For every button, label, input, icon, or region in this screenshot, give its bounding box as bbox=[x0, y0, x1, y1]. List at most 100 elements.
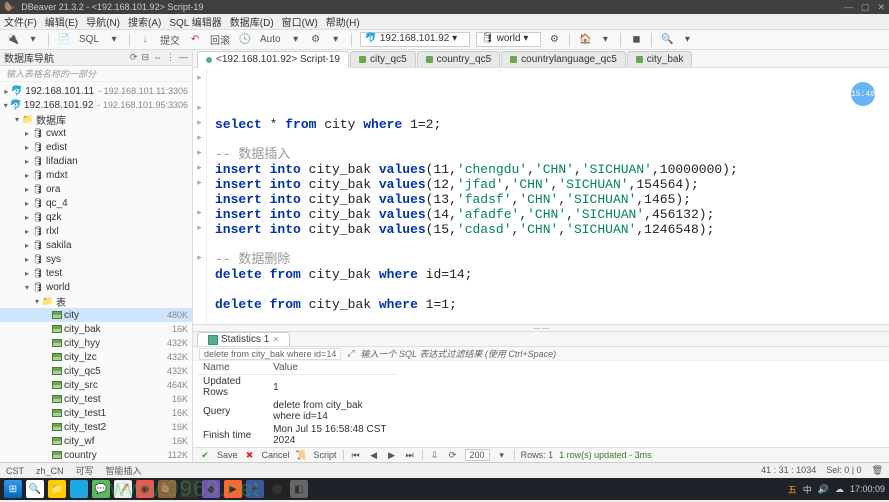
first-icon[interactable]: ⏮ bbox=[350, 449, 362, 461]
nav-refresh-icon[interactable]: ⟳ bbox=[130, 52, 138, 63]
conn-2[interactable]: ▾🐬192.168.101.92- 192.168.101.95:3306 bbox=[0, 98, 192, 112]
script-icon[interactable]: 📜 bbox=[296, 449, 308, 461]
db-edist[interactable]: ▸edist bbox=[0, 140, 192, 154]
table-city_test1[interactable]: city_test116K bbox=[0, 406, 192, 420]
menu-help[interactable]: 帮助(H) bbox=[326, 14, 360, 29]
menu-database[interactable]: 数据库(D) bbox=[230, 14, 274, 29]
task-app5-icon[interactable]: ⬤ bbox=[268, 480, 286, 498]
results-tab-statistics[interactable]: Statistics 1 ✕ bbox=[197, 332, 290, 346]
next-icon[interactable]: ▶ bbox=[386, 449, 398, 461]
db-sys[interactable]: ▸sys bbox=[0, 252, 192, 266]
nav-min-icon[interactable]: — bbox=[179, 52, 188, 63]
sql-label[interactable]: SQL bbox=[79, 34, 99, 45]
sql-editor[interactable]: 15:40 select * from city where 1=2; -- 数… bbox=[207, 68, 889, 324]
tray-ime-badge[interactable]: 五 bbox=[788, 483, 797, 496]
editor-tab[interactable]: countrylanguage_qc5 bbox=[501, 51, 626, 67]
dropdown-icon[interactable]: ▾ bbox=[26, 33, 40, 47]
navigator-filter[interactable]: 输入表格名称的一部分 bbox=[0, 66, 192, 82]
search-icon[interactable]: 🔍 bbox=[660, 33, 674, 47]
tx-mode-icon[interactable]: 🕓 bbox=[238, 33, 252, 47]
fetch-size[interactable]: 200 bbox=[465, 449, 490, 461]
db-world[interactable]: ▾world bbox=[0, 280, 192, 294]
pane-splitter[interactable]: — — bbox=[193, 324, 889, 332]
sql-dropdown-icon[interactable]: ▾ bbox=[107, 33, 121, 47]
aux-icon[interactable]: ⚙ bbox=[309, 33, 323, 47]
task-wechat-icon[interactable]: 💬 bbox=[92, 480, 110, 498]
tray-volume-icon[interactable]: 🔊 bbox=[818, 484, 829, 495]
rollback-label[interactable]: 回滚 bbox=[210, 32, 230, 47]
export-icon[interactable]: ⇩ bbox=[429, 449, 441, 461]
schema-combo[interactable]: 🛢 world ▾ bbox=[476, 32, 541, 47]
window-minimize[interactable]: — bbox=[844, 2, 853, 13]
new-sql-icon[interactable]: 📄 bbox=[57, 33, 71, 47]
rollback-icon[interactable]: ↶ bbox=[188, 33, 202, 47]
table-city_src[interactable]: city_src464K bbox=[0, 378, 192, 392]
window-close[interactable]: ✕ bbox=[877, 2, 885, 13]
menu-file[interactable]: 文件(F) bbox=[4, 14, 37, 29]
tray-net[interactable]: 中 bbox=[803, 483, 812, 496]
window-maximize[interactable]: ▢ bbox=[861, 2, 870, 13]
menu-window[interactable]: 窗口(W) bbox=[282, 14, 318, 29]
aux-dropdown-icon[interactable]: ▾ bbox=[329, 33, 343, 47]
table-city_lzc[interactable]: city_lzc432K bbox=[0, 350, 192, 364]
db-lifadian[interactable]: ▸lifadian bbox=[0, 154, 192, 168]
navigator-tree[interactable]: ▸🐬192.168.101.11- 192.168.101.11:3306▾🐬1… bbox=[0, 82, 192, 462]
results-filter-hint[interactable]: 输入一个 SQL 表达式过滤结果 (使用 Ctrl+Space) bbox=[361, 347, 557, 360]
cancel-icon[interactable]: ✖ bbox=[244, 449, 256, 461]
status-heap-icon[interactable]: 🗑 bbox=[872, 465, 883, 476]
db-group[interactable]: ▾数据库 bbox=[0, 112, 192, 126]
table-city_test2[interactable]: city_test216K bbox=[0, 420, 192, 434]
task-browser-icon[interactable]: 🌐 bbox=[70, 480, 88, 498]
results-query-chip[interactable]: delete from city_bak where id=14 bbox=[199, 348, 341, 360]
conn-1[interactable]: ▸🐬192.168.101.11- 192.168.101.11:3306 bbox=[0, 84, 192, 98]
db-rlxl[interactable]: ▸rlxl bbox=[0, 224, 192, 238]
commit-icon[interactable]: ↓ bbox=[138, 33, 152, 47]
editor-tab[interactable]: city_bak bbox=[627, 51, 693, 67]
menu-navigate[interactable]: 导航(N) bbox=[86, 14, 120, 29]
db-qzk[interactable]: ▸qzk bbox=[0, 210, 192, 224]
last-icon[interactable]: ⏭ bbox=[404, 449, 416, 461]
editor-tab[interactable]: country_qc5 bbox=[417, 51, 500, 67]
db-ora[interactable]: ▸ora bbox=[0, 182, 192, 196]
fwd-dropdown-icon[interactable]: ▾ bbox=[598, 33, 612, 47]
schema-settings-icon[interactable]: ⚙ bbox=[547, 33, 561, 47]
stop-icon[interactable]: ◼ bbox=[629, 33, 643, 47]
nav-link-icon[interactable]: ⇔ bbox=[153, 52, 162, 63]
nav-collapse-icon[interactable]: ⊟ bbox=[141, 52, 149, 63]
db-sakila[interactable]: ▸sakila bbox=[0, 238, 192, 252]
commit-label[interactable]: 提交 bbox=[160, 32, 180, 47]
table-city[interactable]: city480K bbox=[0, 308, 192, 322]
search-dropdown-icon[interactable]: ▾ bbox=[680, 33, 694, 47]
tables-folder[interactable]: ▾表 bbox=[0, 294, 192, 308]
db-qc_4[interactable]: ▸qc_4 bbox=[0, 196, 192, 210]
editor-tab[interactable]: city_qc5 bbox=[350, 51, 416, 67]
task-app6-icon[interactable]: ◧ bbox=[290, 480, 308, 498]
expand-icon[interactable]: ⤢ bbox=[347, 348, 354, 359]
results-grid[interactable]: NameValueUpdated Rows1Querydelete from c… bbox=[193, 361, 889, 447]
connection-combo[interactable]: 🐬 192.168.101.92 ▾ bbox=[360, 32, 471, 47]
db-mdxt[interactable]: ▸mdxt bbox=[0, 168, 192, 182]
task-search-icon[interactable]: 🔍 bbox=[26, 480, 44, 498]
home-icon[interactable]: 🏠 bbox=[578, 33, 592, 47]
table-city_test[interactable]: city_test16K bbox=[0, 392, 192, 406]
new-connection-icon[interactable]: 🔌 bbox=[6, 33, 20, 47]
nav-menu-icon[interactable]: ⋮ bbox=[166, 52, 175, 63]
tray-clock[interactable]: 17:00:09 bbox=[850, 485, 885, 494]
start-button[interactable]: ⊞ bbox=[4, 480, 22, 498]
auto-dropdown-icon[interactable]: ▾ bbox=[289, 33, 303, 47]
menu-edit[interactable]: 编辑(E) bbox=[45, 14, 78, 29]
db-cwxt[interactable]: ▸cwxt bbox=[0, 126, 192, 140]
editor-tab[interactable]: <192.168.101.92> Script-19 bbox=[197, 51, 349, 68]
menu-search[interactable]: 搜索(A) bbox=[128, 14, 161, 29]
table-city_qc5[interactable]: city_qc5432K bbox=[0, 364, 192, 378]
menu-sql-editor[interactable]: SQL 编辑器 bbox=[169, 14, 221, 29]
refresh-result-icon[interactable]: ⟳ bbox=[447, 449, 459, 461]
table-city_hyy[interactable]: city_hyy432K bbox=[0, 336, 192, 350]
table-country[interactable]: country112K bbox=[0, 448, 192, 462]
table-city_wf[interactable]: city_wf16K bbox=[0, 434, 192, 448]
fetch-dropdown-icon[interactable]: ▾ bbox=[496, 449, 508, 461]
db-test[interactable]: ▸test bbox=[0, 266, 192, 280]
tray-sync-icon[interactable]: ☁ bbox=[835, 484, 844, 495]
auto-label[interactable]: Auto bbox=[260, 34, 281, 45]
task-explorer-icon[interactable]: 📁 bbox=[48, 480, 66, 498]
